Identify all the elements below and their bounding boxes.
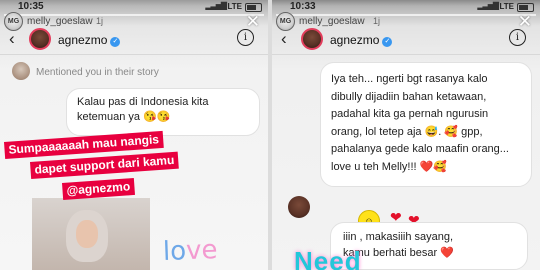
dm-header: ‹ agnezmo ✓ i [272, 28, 540, 50]
dm-username: agnezmo [58, 33, 108, 47]
face-shape [76, 220, 98, 248]
story-username[interactable]: melly_goeslaw [299, 16, 365, 27]
status-time: 10:33 [290, 1, 316, 12]
sender-avatar [288, 196, 310, 218]
divider [0, 54, 268, 55]
story-photo[interactable] [32, 198, 150, 270]
divider [272, 54, 540, 55]
avatar[interactable] [301, 28, 323, 50]
right-screenshot: 10:33 ▂▃▅▇ LTE MG melly_goeslaw 1j ✕ ‹ a… [272, 0, 540, 270]
dm-username: agnezmo [330, 33, 380, 47]
love-sticker: love [162, 235, 218, 267]
story-age: 1j [373, 16, 381, 26]
love-sticker-part-1: lo [162, 236, 187, 267]
status-time: 10:35 [18, 1, 44, 12]
reply-line-2: kamu berhati besar ❤️ [343, 247, 454, 259]
reply-line-1: iiin , makasiiih sayang, [343, 231, 454, 243]
battery-icon [245, 3, 262, 12]
dm-header: ‹ agnezmo ✓ i [0, 28, 268, 50]
back-arrow-icon[interactable]: ‹ [9, 29, 15, 49]
signal-icon: ▂▃▅▇ [205, 1, 227, 10]
signal-icon: ▂▃▅▇ [477, 1, 499, 10]
dm-title[interactable]: agnezmo ✓ [58, 33, 121, 47]
dm-title[interactable]: agnezmo ✓ [330, 33, 393, 47]
mention-label: Mentioned you in their story [36, 67, 159, 78]
story-age: 1j [96, 16, 104, 26]
info-icon[interactable]: i [237, 29, 254, 46]
status-bar: 10:35 ▂▃▅▇ LTE [0, 0, 268, 14]
mention-avatar [12, 62, 30, 80]
verified-badge-icon: ✓ [110, 37, 121, 47]
network-label: LTE [227, 2, 242, 11]
left-screenshot: 10:35 ▂▃▅▇ LTE MG melly_goeslaw 1j ✕ ‹ a… [0, 0, 268, 270]
network-label: LTE [499, 2, 514, 11]
love-sticker-part-2: ve [185, 235, 219, 267]
neon-sticker-text: Need [294, 246, 362, 270]
avatar[interactable] [29, 28, 51, 50]
story-username[interactable]: melly_goeslaw [27, 16, 93, 27]
status-bar: 10:33 ▂▃▅▇ LTE [272, 0, 540, 14]
message-bubble[interactable]: Kalau pas di Indonesia kita ketemuan ya … [66, 88, 260, 136]
back-arrow-icon[interactable]: ‹ [281, 29, 287, 49]
battery-icon [517, 3, 534, 12]
message-bubble[interactable]: Iya teh... ngerti bgt rasanya kalo dibul… [320, 62, 532, 187]
verified-badge-icon: ✓ [382, 37, 393, 47]
info-icon[interactable]: i [509, 29, 526, 46]
story-sticker-line-2: dapet support dari kamu [30, 151, 179, 179]
story-sticker-line-3: @agnezmo [62, 177, 135, 200]
